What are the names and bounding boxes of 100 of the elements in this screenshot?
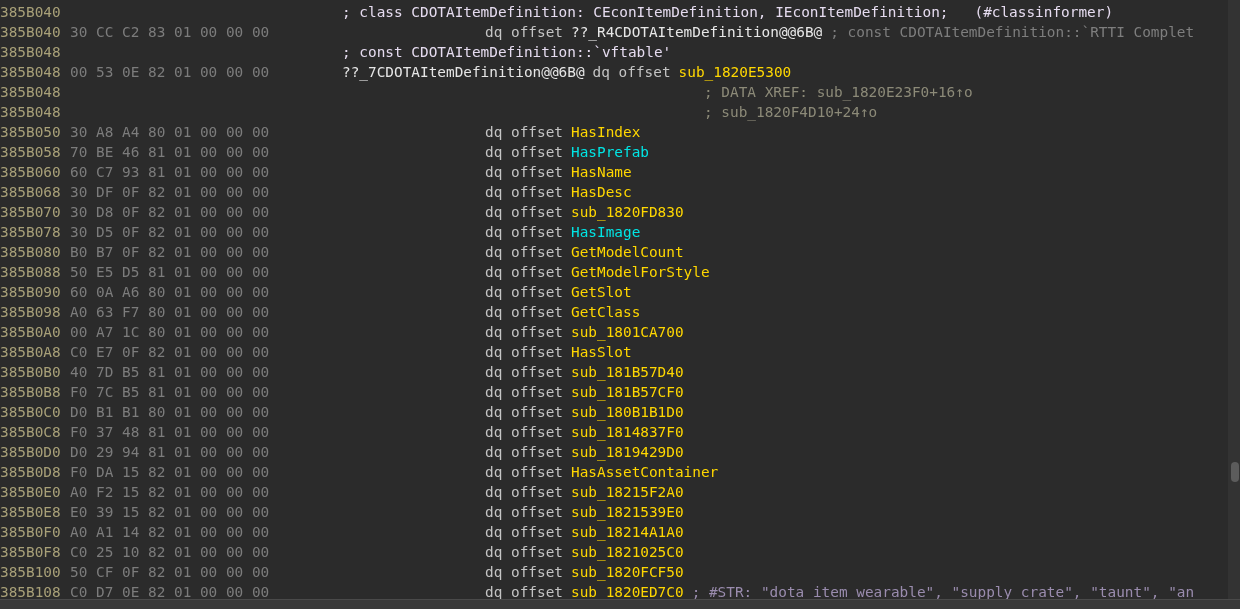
hex-bytes: F0 37 48 81 01 00 00 00 — [70, 424, 270, 440]
symbol-link[interactable]: GetSlot — [571, 282, 632, 302]
address-text: 385B070 — [0, 203, 62, 222]
symbol-link[interactable]: sub_1820E5300 — [678, 62, 792, 82]
instruction: dq offset — [485, 283, 563, 302]
address-text: 385B080 — [0, 243, 62, 262]
address-text: 385B0F0 — [0, 523, 62, 542]
address-text: 385B078 — [0, 223, 62, 242]
address-text: 385B058 — [0, 143, 62, 162]
xref-comment: ; sub_1820F4D10+24↑o — [704, 103, 878, 122]
address-text: 385B060 — [0, 163, 62, 182]
instruction: dq offset — [485, 143, 563, 162]
instruction: dq offset — [485, 563, 563, 582]
symbol-link[interactable]: sub_1820ED7C0 — [571, 582, 684, 599]
symbol-link[interactable]: sub_1820FD830 — [571, 202, 684, 222]
instruction: dq offset — [485, 223, 563, 242]
hex-bytes: C0 E7 0F 82 01 00 00 00 — [70, 344, 270, 360]
symbol-link[interactable]: HasName — [571, 162, 632, 182]
instruction: dq offset — [485, 483, 563, 502]
hex-bytes: 30 CC C2 83 01 00 00 00 — [70, 24, 270, 40]
symbol-link[interactable]: HasIndex — [571, 122, 641, 142]
symbol-link[interactable]: sub_181B57D40 — [571, 362, 684, 382]
symbol-link[interactable]: ??_R4CDOTAItemDefinition@@6B@ — [571, 22, 823, 42]
scrollbar-thumb[interactable] — [1231, 462, 1239, 482]
instruction: dq offset — [485, 323, 563, 342]
symbol-link[interactable]: HasPrefab — [571, 142, 649, 162]
hex-bytes: 00 A7 1C 80 01 00 00 00 — [70, 324, 270, 340]
address-text: 385B048 — [0, 103, 62, 122]
hex-bytes: 30 DF 0F 82 01 00 00 00 — [70, 184, 270, 200]
address-text: 385B0B8 — [0, 383, 62, 402]
class-comment: ; const CDOTAItemDefinition::`vftable' — [342, 43, 672, 62]
instruction: dq offset — [485, 503, 563, 522]
hex-bytes: 60 0A A6 80 01 00 00 00 — [70, 284, 270, 300]
address-text: 385B0C8 — [0, 423, 62, 442]
symbol-link[interactable]: sub_1821025C0 — [571, 542, 684, 562]
instruction: dq offset — [485, 303, 563, 322]
symbol-link[interactable]: GetClass — [571, 302, 641, 322]
symbol-link[interactable]: sub_180B1B1D0 — [571, 402, 684, 422]
instruction: dq offset — [485, 523, 563, 542]
instruction: dq offset — [485, 383, 563, 402]
address-text: 385B0A8 — [0, 343, 62, 362]
symbol-link[interactable]: GetModelForStyle — [571, 262, 710, 282]
instruction: dq offset — [485, 423, 563, 442]
instruction: dq offset — [485, 543, 563, 562]
symbol-link[interactable]: HasImage — [571, 222, 641, 242]
address-text: 385B0A0 — [0, 323, 62, 342]
instruction: dq offset — [485, 163, 563, 182]
address-text: 385B050 — [0, 123, 62, 142]
hex-bytes: 50 CF 0F 82 01 00 00 00 — [70, 564, 270, 580]
hex-bytes: 00 53 0E 82 01 00 00 00 — [70, 64, 270, 80]
hex-bytes: C0 25 10 82 01 00 00 00 — [70, 544, 270, 560]
hex-bytes: 60 C7 93 81 01 00 00 00 — [70, 164, 270, 180]
address-text: 385B100 — [0, 563, 62, 582]
address-text: 385B068 — [0, 183, 62, 202]
symbol-link[interactable]: HasDesc — [571, 182, 632, 202]
address-text: 385B0F8 — [0, 543, 62, 562]
instruction: dq offset — [485, 243, 563, 262]
address-text: 385B090 — [0, 283, 62, 302]
address-text: 385B0B0 — [0, 363, 62, 382]
symbol-link[interactable]: GetModelCount — [571, 242, 684, 262]
hex-bytes: 70 BE 46 81 01 00 00 00 — [70, 144, 270, 160]
hex-bytes: F0 DA 15 82 01 00 00 00 — [70, 464, 270, 480]
address-text: 385B098 — [0, 303, 62, 322]
xref-comment: ; DATA XREF: sub_1820E23F0+16↑o — [704, 83, 973, 102]
instruction: dq offset — [485, 403, 563, 422]
symbol-link[interactable]: sub_1801CA700 — [571, 322, 684, 342]
address-text: 385B040 — [0, 3, 62, 22]
instruction: dq offset — [485, 443, 563, 462]
instruction: dq offset — [592, 63, 671, 82]
symbol-link[interactable]: sub_181B57CF0 — [571, 382, 684, 402]
hex-bytes: 50 E5 D5 81 01 00 00 00 — [70, 264, 270, 280]
instruction: dq offset — [485, 23, 563, 42]
hex-bytes: A0 63 F7 80 01 00 00 00 — [70, 304, 270, 320]
address-text: 385B0C0 — [0, 403, 62, 422]
hex-bytes: C0 D7 0E 82 01 00 00 00 — [70, 584, 270, 599]
hex-bytes: D0 B1 B1 80 01 00 00 00 — [70, 404, 270, 420]
symbol-link[interactable]: sub_1819429D0 — [571, 442, 684, 462]
symbol-link[interactable]: HasAssetContainer — [571, 462, 719, 482]
address-text: 385B0E8 — [0, 503, 62, 522]
symbol-link[interactable]: sub_18215F2A0 — [571, 482, 684, 502]
hex-bytes: E0 39 15 82 01 00 00 00 — [70, 504, 270, 520]
instruction: dq offset — [485, 363, 563, 382]
symbol-link[interactable]: sub_1821539E0 — [571, 502, 684, 522]
symbol-link[interactable]: sub_1814837F0 — [571, 422, 684, 442]
scrollbar[interactable] — [1228, 0, 1240, 599]
comment: ; const CDOTAItemDefinition::`RTTI Complet — [830, 23, 1195, 42]
instruction: dq offset — [485, 463, 563, 482]
symbol-link[interactable]: sub_18214A1A0 — [571, 522, 684, 542]
hex-bytes: A0 F2 15 82 01 00 00 00 — [70, 484, 270, 500]
address-text: 385B048 — [0, 43, 62, 62]
symbol-link[interactable]: HasSlot — [571, 342, 632, 362]
class-comment: ; class CDOTAItemDefinition: CEconItemDefinition, IEconItemDefinition; (#classinformer) — [342, 3, 1114, 22]
address-text: 385B0D8 — [0, 463, 62, 482]
vtable-label: ??_7CDOTAItemDefinition@@6B@ — [342, 63, 585, 82]
instruction: dq offset — [485, 183, 563, 202]
hex-bytes: B0 B7 0F 82 01 00 00 00 — [70, 244, 270, 260]
hex-bytes: A0 A1 14 82 01 00 00 00 — [70, 524, 270, 540]
hex-bytes: 30 D5 0F 82 01 00 00 00 — [70, 224, 270, 240]
symbol-link[interactable]: sub_1820FCF50 — [571, 562, 684, 582]
instruction: dq offset — [485, 263, 563, 282]
